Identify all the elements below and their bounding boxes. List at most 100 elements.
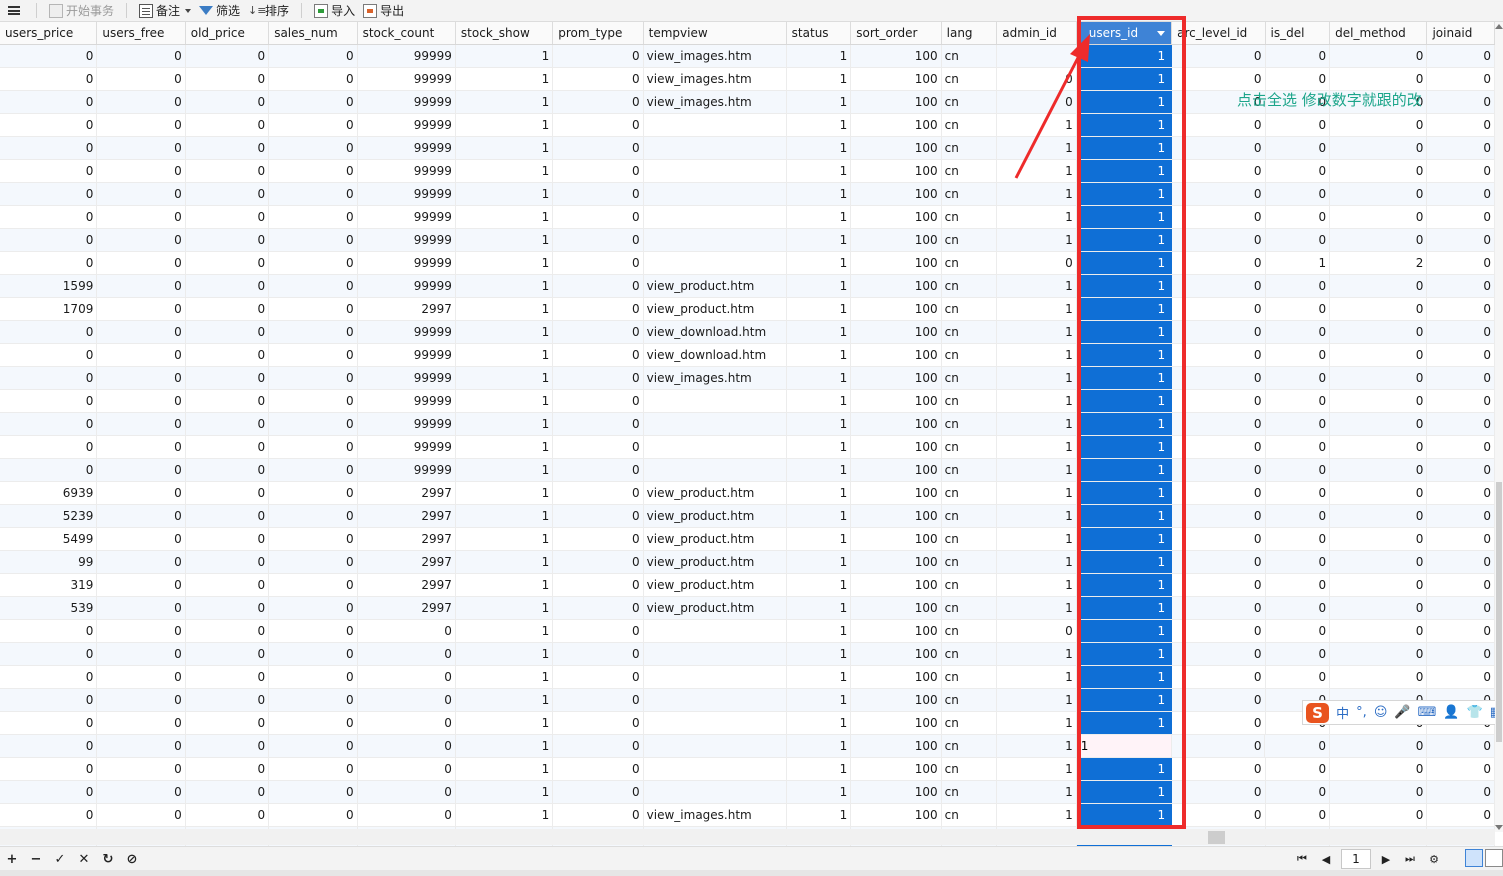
- cell-arc-level-id[interactable]: 0: [1172, 298, 1266, 320]
- cell-users-free[interactable]: 0: [97, 551, 186, 573]
- cell-stock-show[interactable]: 1: [456, 712, 554, 734]
- cell-admin-id[interactable]: 1: [997, 804, 1077, 826]
- cell-prom-type[interactable]: 0: [553, 206, 644, 228]
- cell-prom-type[interactable]: 0: [553, 114, 644, 136]
- cell-users-id[interactable]: 1: [1076, 620, 1173, 642]
- cell-tempview[interactable]: [644, 666, 787, 688]
- cell-admin-id[interactable]: 1: [997, 551, 1077, 573]
- sort-button[interactable]: ↓≡ 排序: [244, 0, 293, 21]
- cell-users-price[interactable]: 0: [0, 321, 98, 343]
- table-row[interactable]: 00000101100cn110000: [0, 712, 1495, 735]
- cell-tempview[interactable]: [644, 160, 787, 182]
- cell-stock-show[interactable]: 1: [456, 804, 554, 826]
- table-row[interactable]: 0 0 0 0 99999 1 0 1 100 cn 1 1 0 0 0 0: [0, 183, 1495, 206]
- cell-joinaid[interactable]: 0: [1427, 459, 1495, 481]
- cell-old-price[interactable]: 0: [186, 321, 270, 343]
- cell-stock-show[interactable]: 1: [456, 91, 554, 113]
- cell-lang[interactable]: cn: [942, 574, 998, 596]
- cell-sort-order[interactable]: 100: [851, 482, 942, 504]
- cell-stock-show[interactable]: 1: [456, 413, 554, 435]
- cell-admin-id[interactable]: 1: [997, 275, 1077, 297]
- cell-lang[interactable]: cn: [942, 505, 998, 527]
- cell-stock-show[interactable]: 1: [456, 137, 554, 159]
- cell-users-price[interactable]: 0: [0, 252, 98, 274]
- cell-joinaid[interactable]: 0: [1427, 321, 1495, 343]
- table-row[interactable]: 0 0 0 0 99999 1 0 1 100 cn 1 1 0 0 0 0: [0, 206, 1495, 229]
- cell-admin-id[interactable]: 0: [997, 68, 1077, 90]
- cell-admin-id[interactable]: 1: [997, 114, 1077, 136]
- cell-stock-count[interactable]: 0: [358, 689, 456, 711]
- cell-tempview[interactable]: [644, 390, 787, 412]
- cell-stock-count[interactable]: 99999: [358, 367, 456, 389]
- cell-tempview[interactable]: view_images.htm: [644, 91, 787, 113]
- cell-old-price[interactable]: 0: [186, 735, 270, 757]
- next-page-icon[interactable]: ▶: [1377, 850, 1395, 868]
- cell-admin-id[interactable]: 1: [997, 482, 1077, 504]
- cell-users-price[interactable]: 0: [0, 804, 98, 826]
- cell-stock-show[interactable]: 1: [456, 390, 554, 412]
- cell-sort-order[interactable]: 100: [851, 597, 942, 619]
- cell-sales-num[interactable]: 0: [269, 505, 358, 527]
- cell-users-id[interactable]: 1: [1076, 528, 1173, 550]
- cell-old-price[interactable]: 0: [186, 252, 270, 274]
- table-row[interactable]: 0000010view_images.htm1100cn110000: [0, 804, 1495, 827]
- cell-lang[interactable]: cn: [942, 666, 998, 688]
- cell-lang[interactable]: cn: [942, 114, 998, 136]
- cell-is-del[interactable]: 0: [1266, 298, 1331, 320]
- cell-admin-id[interactable]: 1: [997, 413, 1077, 435]
- cell-sales-num[interactable]: 0: [269, 114, 358, 136]
- cell-sort-order[interactable]: 100: [851, 344, 942, 366]
- cell-admin-id[interactable]: 1: [997, 321, 1077, 343]
- table-row[interactable]: 0 0 0 0 99999 1 0 1 100 cn 1 1 0 0 0 0: [0, 459, 1495, 482]
- cell-is-del[interactable]: 0: [1266, 114, 1331, 136]
- table-row[interactable]: 0 0 0 0 0 1 0 1 100 cn 0 1 0 0 0 0: [0, 620, 1495, 643]
- cell-users-id[interactable]: 1: [1076, 275, 1173, 297]
- cell-users-price[interactable]: 99: [0, 551, 98, 573]
- stop-icon[interactable]: ⊘: [120, 847, 144, 871]
- cell-joinaid[interactable]: 0: [1427, 91, 1495, 113]
- user-icon[interactable]: 👤: [1443, 705, 1459, 720]
- cell-lang[interactable]: cn: [942, 643, 998, 665]
- cell-users-id[interactable]: 1: [1076, 459, 1173, 481]
- cell-del-method[interactable]: 0: [1330, 505, 1428, 527]
- cell-stock-count[interactable]: 99999: [358, 137, 456, 159]
- cell-is-del[interactable]: 0: [1266, 643, 1331, 665]
- cell-users-id[interactable]: 1: [1076, 114, 1173, 136]
- cell-tempview[interactable]: [644, 758, 787, 780]
- delete-record-icon[interactable]: −: [24, 847, 48, 871]
- cell-prom-type[interactable]: 0: [553, 459, 644, 481]
- cell-status[interactable]: 1: [787, 114, 852, 136]
- cell-admin-id[interactable]: 1: [997, 643, 1077, 665]
- cell-joinaid[interactable]: 0: [1427, 528, 1495, 550]
- cell-stock-count[interactable]: 0: [358, 620, 456, 642]
- cell-is-del[interactable]: 0: [1266, 206, 1331, 228]
- cell-is-del[interactable]: 0: [1266, 321, 1331, 343]
- cell-prom-type[interactable]: 0: [553, 574, 644, 596]
- cell-sales-num[interactable]: 0: [269, 758, 358, 780]
- cell-sort-order[interactable]: 100: [851, 505, 942, 527]
- cell-tempview[interactable]: view_product.htm: [644, 574, 787, 596]
- sogou-logo-icon[interactable]: S: [1306, 702, 1330, 723]
- table-row[interactable]: 6939 0 0 0 2997 1 0 view_product.htm 1 100 cn 1 1 0 0 0…: [0, 482, 1495, 505]
- cell-prom-type[interactable]: 0: [553, 735, 644, 757]
- cell-admin-id[interactable]: 1: [997, 183, 1077, 205]
- cell-prom-type[interactable]: 0: [553, 68, 644, 90]
- cell-arc-level-id[interactable]: 0: [1172, 482, 1266, 504]
- cell-users-id[interactable]: 1: [1076, 689, 1173, 711]
- cell-del-method[interactable]: 0: [1330, 137, 1428, 159]
- cell-admin-id[interactable]: 1: [997, 459, 1077, 481]
- cell-users-free[interactable]: 0: [97, 45, 186, 67]
- cell-del-method[interactable]: 0: [1330, 482, 1428, 504]
- cell-lang[interactable]: cn: [942, 206, 998, 228]
- cell-sales-num[interactable]: 0: [269, 160, 358, 182]
- cell-prom-type[interactable]: 0: [553, 758, 644, 780]
- cell-stock-show[interactable]: 1: [456, 620, 554, 642]
- cell-del-method[interactable]: 0: [1330, 229, 1428, 251]
- cell-users-id[interactable]: 1: [1076, 597, 1173, 619]
- cell-users-id[interactable]: 1: [1076, 183, 1173, 205]
- cell-sales-num[interactable]: 0: [269, 666, 358, 688]
- cell-sort-order[interactable]: 100: [851, 643, 942, 665]
- cell-admin-id[interactable]: 1: [997, 528, 1077, 550]
- cell-arc-level-id[interactable]: 0: [1172, 436, 1266, 458]
- cell-old-price[interactable]: 0: [186, 436, 270, 458]
